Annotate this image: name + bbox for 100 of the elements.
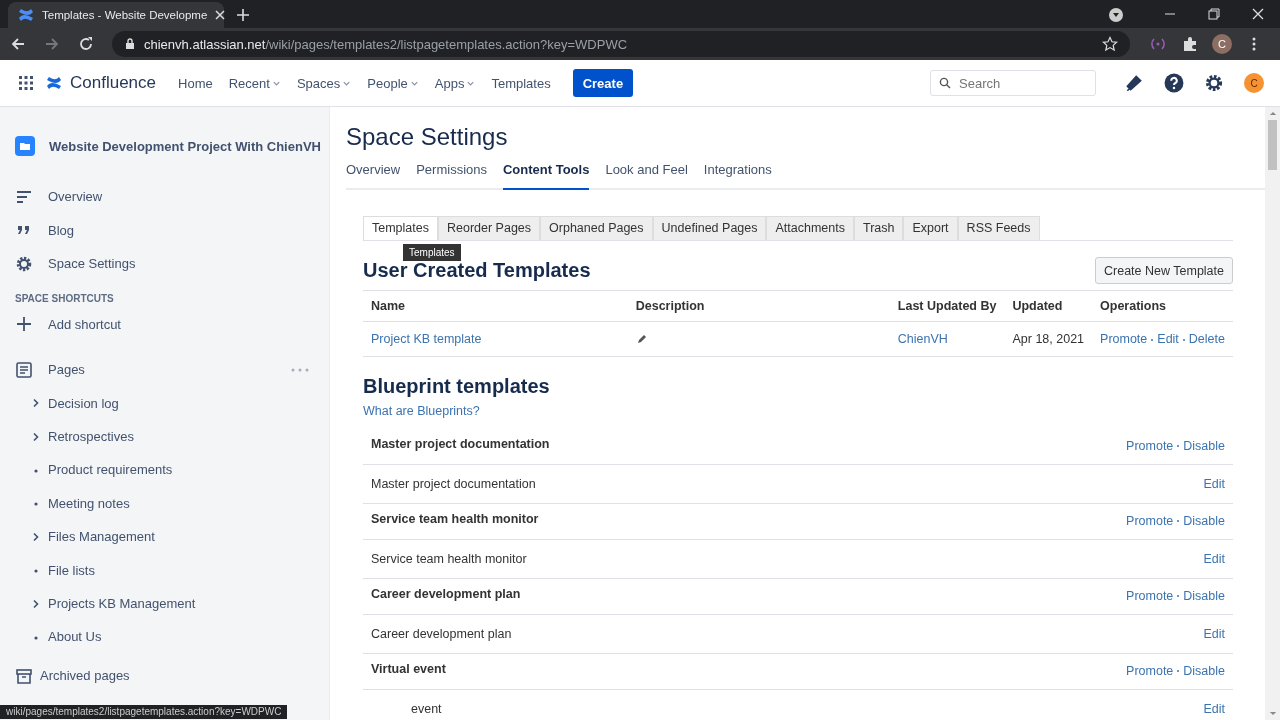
edit-link[interactable]: Edit	[1203, 477, 1225, 491]
back-icon[interactable]	[10, 36, 26, 52]
chevron-right-icon	[32, 398, 40, 409]
browser-tab[interactable]: Templates - Website Developme	[8, 2, 224, 28]
settings-tab[interactable]: Look and Feel	[605, 158, 688, 190]
search-icon	[939, 77, 951, 89]
page-tree-item[interactable]: Meeting notes	[15, 486, 329, 521]
chevron-right-icon	[32, 598, 40, 609]
sidebar-item[interactable]: Blog	[15, 213, 329, 247]
page-tree-item[interactable]: Files Management	[15, 520, 329, 554]
confluence-logo-icon	[18, 7, 34, 23]
forward-icon[interactable]	[44, 36, 60, 52]
scrollbar-thumb[interactable]	[1268, 120, 1277, 170]
address-bar[interactable]: chienvh.atlassian.net/wiki/pages/templates2/listpagetemplates.action?key=WDPWC	[112, 31, 1130, 57]
operation-link[interactable]: Edit	[1157, 332, 1179, 346]
blueprint-action-link[interactable]: Promote	[1126, 589, 1174, 603]
content-tab[interactable]: Undefined Pages	[652, 216, 767, 240]
page-tree-item[interactable]: About Us	[15, 620, 329, 654]
content-tab[interactable]: Export	[903, 216, 958, 240]
user-link[interactable]: ChienVH	[897, 332, 948, 346]
operation-link[interactable]: Promote	[1100, 332, 1148, 346]
settings-tab[interactable]: Permissions	[416, 158, 487, 190]
page-tree-item[interactable]: Projects KB Management	[15, 586, 329, 621]
sidebar-item[interactable]: Space Settings	[15, 247, 329, 281]
column-header: Updated	[1004, 290, 1093, 322]
close-icon[interactable]	[215, 10, 226, 20]
app-switcher-icon[interactable]	[18, 75, 34, 91]
content-tab[interactable]: Attachments	[766, 216, 854, 240]
scroll-down-icon[interactable]	[1268, 711, 1277, 716]
add-shortcut-link[interactable]: Add shortcut	[15, 307, 329, 341]
page-tree-item[interactable]: Retrospectives	[15, 419, 329, 454]
template-link[interactable]: Project KB template	[371, 332, 482, 346]
section-heading: Blueprint templates	[363, 375, 551, 398]
template-name: event	[410, 702, 442, 716]
edit-link[interactable]: Edit	[1203, 552, 1225, 566]
archive-icon	[15, 666, 33, 685]
template-name: Master project documentation	[371, 477, 536, 491]
chevron-right-icon	[32, 431, 40, 442]
new-tab-icon[interactable]	[236, 8, 250, 22]
puzzle-icon[interactable]	[1182, 36, 1198, 52]
create-button[interactable]: Create	[572, 69, 634, 97]
nav-item[interactable]: Spaces	[296, 75, 352, 91]
sidebar-item[interactable]: Overview	[15, 180, 329, 214]
dropdown-icon[interactable]	[1108, 7, 1124, 23]
table-cell: Apr 18, 2021	[1004, 321, 1093, 357]
blueprint-action-link[interactable]: Promote	[1126, 439, 1174, 453]
restore-icon[interactable]	[1207, 7, 1221, 21]
space-title[interactable]: Website Development Project With ChienVH	[49, 138, 321, 154]
settings-tab[interactable]: Integrations	[703, 158, 772, 190]
document-icon	[15, 360, 33, 379]
tab-title: Templates - Website Developme	[42, 9, 208, 21]
page-tree-item[interactable]: File lists	[15, 553, 329, 587]
content-tab[interactable]: Reorder Pages	[438, 216, 541, 240]
settings-tab[interactable]: Content Tools	[503, 158, 590, 190]
blueprint-action-link[interactable]: Disable	[1183, 664, 1225, 678]
folder-icon	[15, 136, 35, 156]
reload-icon[interactable]	[78, 36, 94, 52]
blueprint-action-link[interactable]: Promote	[1126, 664, 1174, 678]
nav-item[interactable]: People	[367, 75, 419, 91]
nav-item[interactable]: Templates	[491, 75, 551, 91]
blueprint-action-link[interactable]: Disable	[1183, 514, 1225, 528]
create-template-button[interactable]: Create New Template	[1095, 257, 1233, 284]
page-tree-item[interactable]: Decision log	[15, 386, 329, 420]
edit-link[interactable]: Edit	[1203, 627, 1225, 641]
blueprint-title: Virtual event	[371, 662, 446, 678]
page-title: Space Settings	[346, 123, 509, 152]
content-tab[interactable]: RSS Feeds	[957, 216, 1040, 240]
blueprint-action-link[interactable]: Disable	[1183, 589, 1225, 603]
content-tab[interactable]: Trash	[853, 216, 904, 240]
help-link[interactable]: What are Blueprints?	[363, 404, 480, 418]
user-avatar[interactable]: C	[1244, 73, 1264, 93]
pages-link[interactable]: Pages	[15, 353, 85, 387]
operation-link[interactable]: Delete	[1188, 332, 1225, 346]
star-icon[interactable]	[1102, 36, 1118, 52]
archived-pages-link[interactable]: Archived pages	[15, 667, 329, 684]
help-icon[interactable]	[1164, 73, 1184, 93]
search-field[interactable]: Search	[930, 70, 1096, 96]
pencil-icon[interactable]	[635, 333, 648, 345]
blueprint-action-link[interactable]: Promote	[1126, 514, 1174, 528]
settings-icon	[15, 254, 33, 273]
edit-link[interactable]: Edit	[1203, 702, 1225, 716]
nav-item[interactable]: Home	[178, 75, 213, 91]
broadcast-icon[interactable]	[1150, 36, 1166, 52]
content-tab[interactable]: Templates	[363, 216, 438, 240]
blueprint-action-link[interactable]: Disable	[1183, 439, 1225, 453]
close-icon[interactable]	[1251, 7, 1265, 21]
profile-avatar[interactable]: C	[1212, 34, 1232, 54]
plus-icon	[15, 315, 33, 334]
product-name[interactable]: Confluence	[70, 73, 156, 93]
content-tab[interactable]: Orphaned Pages	[540, 216, 653, 240]
blueprint-title: Service team health monitor	[371, 512, 539, 528]
settings-icon[interactable]	[1204, 73, 1224, 93]
settings-tab[interactable]: Overview	[346, 158, 401, 190]
nav-item[interactable]: Apps	[434, 75, 476, 91]
section-heading: User Created Templates	[363, 259, 591, 282]
page-tree-item[interactable]: Product requirements	[15, 453, 329, 487]
lock-icon	[124, 38, 136, 50]
confluence-logo-icon	[46, 75, 62, 91]
scroll-up-icon[interactable]	[1268, 111, 1277, 116]
nav-item[interactable]: Recent	[228, 75, 281, 91]
